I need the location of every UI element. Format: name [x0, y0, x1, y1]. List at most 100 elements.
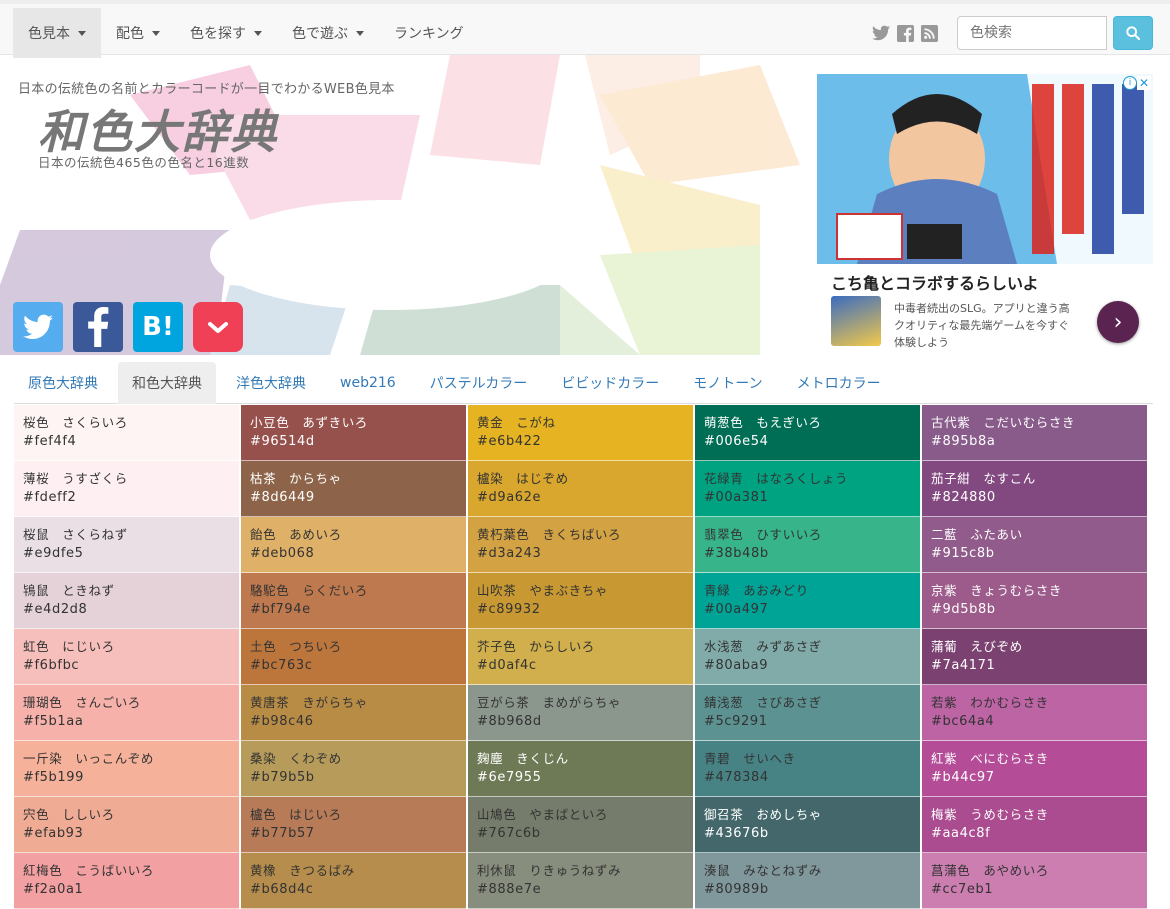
- color-swatch[interactable]: 錆浅葱 さびあさぎ #5c9291: [695, 685, 920, 741]
- color-swatch[interactable]: 山鳩色 やまばといろ #767c6b: [468, 797, 693, 853]
- rss-icon[interactable]: [920, 24, 938, 42]
- color-name: 豆がら茶 まめがらちゃ: [477, 695, 622, 710]
- color-swatch[interactable]: 紅梅色 こうばいいろ #f2a0a1: [14, 853, 239, 909]
- color-swatch[interactable]: 湊鼠 みなとねずみ #80989b: [695, 853, 920, 909]
- color-swatch[interactable]: 桜色 さくらいろ #fef4f4: [14, 405, 239, 461]
- caret-down-icon: [152, 30, 160, 36]
- color-name: 飴色 あめいろ: [250, 527, 342, 542]
- color-swatch[interactable]: 菖蒲色 あやめいろ #cc7eb1: [922, 853, 1147, 909]
- color-hex: #fef4f4: [23, 434, 77, 449]
- tab-0[interactable]: 原色大辞典: [14, 362, 112, 404]
- color-swatch[interactable]: 桑染 くわぞめ #b79b5b: [241, 741, 466, 797]
- ad-headline[interactable]: こち亀とコラボするらしいよ: [831, 270, 1039, 294]
- search-input[interactable]: [957, 16, 1107, 50]
- color-swatch[interactable]: 芥子色 からしいろ #d0af4c: [468, 629, 693, 685]
- facebook-icon[interactable]: [896, 24, 914, 42]
- color-swatch[interactable]: 飴色 あめいろ #deb068: [241, 517, 466, 573]
- color-swatch[interactable]: 翡翠色 ひすいいろ #38b48b: [695, 517, 920, 573]
- share-pocket-button[interactable]: [193, 302, 243, 352]
- color-swatch[interactable]: 若紫 わかむらさき #bc64a4: [922, 685, 1147, 741]
- tab-7[interactable]: メトロカラー: [783, 362, 895, 404]
- ad-info-icon[interactable]: i: [1123, 76, 1137, 90]
- color-swatch[interactable]: 梅紫 うめむらさき #aa4c8f: [922, 797, 1147, 853]
- ad-close-icon[interactable]: ✕: [1137, 76, 1151, 90]
- tab-3[interactable]: web216: [326, 362, 410, 404]
- social-links: [872, 24, 938, 42]
- color-swatch[interactable]: 水浅葱 みずあさぎ #80aba9: [695, 629, 920, 685]
- color-swatch[interactable]: 櫨色 はじいろ #b77b57: [241, 797, 466, 853]
- color-swatch[interactable]: 二藍 ふたあい #915c8b: [922, 517, 1147, 573]
- ad-banner-image[interactable]: i ✕: [817, 74, 1153, 264]
- color-swatch[interactable]: 宍色 ししいろ #efab93: [14, 797, 239, 853]
- color-name: 黄唐茶 きがらちゃ: [250, 695, 368, 710]
- color-swatch[interactable]: 利休鼠 りきゅうねずみ #888e7e: [468, 853, 693, 909]
- color-swatch[interactable]: 麹塵 きくじん #6e7955: [468, 741, 693, 797]
- color-hex: #c89932: [477, 602, 541, 617]
- color-swatch[interactable]: 黄金 こがね #e6b422: [468, 405, 693, 461]
- color-swatch[interactable]: 薄桜 うすざくら #fdeff2: [14, 461, 239, 517]
- color-swatch[interactable]: 一斤染 いっこんぞめ #f5b199: [14, 741, 239, 797]
- color-swatch[interactable]: 桜鼠 さくらねず #e9dfe5: [14, 517, 239, 573]
- color-hex: #deb068: [250, 546, 315, 561]
- color-swatch[interactable]: 茄子紺 なすこん #824880: [922, 461, 1147, 517]
- color-swatch[interactable]: 紅紫 べにむらさき #b44c97: [922, 741, 1147, 797]
- menu-item-1[interactable]: 配色: [101, 8, 175, 58]
- tab-4[interactable]: パステルカラー: [416, 362, 542, 404]
- color-name: 古代紫 こだいむらさき: [931, 415, 1076, 430]
- color-swatch[interactable]: 花緑青 はなろくしょう #00a381: [695, 461, 920, 517]
- color-swatch[interactable]: 櫨染 はじぞめ #d9a62e: [468, 461, 693, 517]
- color-hex: #d9a62e: [477, 490, 542, 505]
- color-swatch[interactable]: 小豆色 あずきいろ #96514d: [241, 405, 466, 461]
- menu-item-0[interactable]: 色見本: [13, 8, 101, 58]
- color-swatch[interactable]: 駱駝色 らくだいろ #bf794e: [241, 573, 466, 629]
- color-swatch[interactable]: 黄橡 きつるばみ #b68d4c: [241, 853, 466, 909]
- color-swatch[interactable]: 黄唐茶 きがらちゃ #b98c46: [241, 685, 466, 741]
- color-swatch[interactable]: 萌葱色 もえぎいろ #006e54: [695, 405, 920, 461]
- color-swatch[interactable]: 山吹茶 やまぶきちゃ #c89932: [468, 573, 693, 629]
- color-swatch[interactable]: 京紫 きょうむらさき #9d5b8b: [922, 573, 1147, 629]
- tab-6[interactable]: モノトーン: [679, 362, 776, 404]
- color-swatch[interactable]: 御召茶 おめしちゃ #43676b: [695, 797, 920, 853]
- color-swatch[interactable]: 青碧 せいへき #478384: [695, 741, 920, 797]
- share-twitter-button[interactable]: [13, 302, 63, 352]
- color-swatch[interactable]: 珊瑚色 さんごいろ #f5b1aa: [14, 685, 239, 741]
- tab-5[interactable]: ビビッドカラー: [547, 362, 673, 404]
- color-hex: #b98c46: [250, 714, 314, 729]
- color-swatch[interactable]: 蒲葡 えびぞめ #7a4171: [922, 629, 1147, 685]
- color-hex: #efab93: [23, 826, 84, 841]
- color-hex: #00a381: [704, 490, 769, 505]
- color-swatch[interactable]: 黄朽葉色 きくちばいろ #d3a243: [468, 517, 693, 573]
- color-swatch[interactable]: 古代紫 こだいむらさき #895b8a: [922, 405, 1147, 461]
- share-hatena-button[interactable]: B!: [133, 302, 183, 352]
- color-swatch[interactable]: 虹色 にじいろ #f6bfbc: [14, 629, 239, 685]
- color-hex: #f5b1aa: [23, 714, 84, 729]
- menu-item-label: 配色: [116, 26, 144, 42]
- ad-arrow-button[interactable]: ›: [1097, 301, 1139, 343]
- color-name: 桜色 さくらいろ: [23, 415, 128, 430]
- color-swatch[interactable]: 枯茶 からちゃ #8d6449: [241, 461, 466, 517]
- color-name: 櫨色 はじいろ: [250, 807, 342, 822]
- color-swatch[interactable]: 青緑 あおみどり #00a497: [695, 573, 920, 629]
- ad-thumbnail[interactable]: [831, 296, 881, 346]
- color-swatch[interactable]: 土色 つちいろ #bc763c: [241, 629, 466, 685]
- menu-item-4[interactable]: ランキング: [379, 8, 479, 58]
- color-swatch[interactable]: 豆がら茶 まめがらちゃ #8b968d: [468, 685, 693, 741]
- search-button[interactable]: [1113, 16, 1153, 50]
- color-swatch[interactable]: 鴇鼠 ときねず #e4d2d8: [14, 573, 239, 629]
- ad-description[interactable]: 中毒者続出のSLG。アプリと違う高クオリティな最先端ゲームを今すぐ体験しよう: [894, 300, 1079, 351]
- color-hex: #7a4171: [931, 658, 996, 673]
- twitter-icon[interactable]: [872, 24, 890, 42]
- advertisement[interactable]: i ✕ こち亀とコラボするらしいよ 中毒者続出のSLG。アプリと違う高クオリティ…: [817, 74, 1153, 357]
- site-subtitle: 日本の伝統色465色の色名と16進数: [38, 155, 250, 170]
- menu-item-3[interactable]: 色で遊ぶ: [277, 8, 379, 58]
- color-name: 萌葱色 もえぎいろ: [704, 415, 822, 430]
- color-hex: #b44c97: [931, 770, 995, 785]
- tab-1[interactable]: 和色大辞典: [118, 362, 216, 404]
- color-hex: #767c6b: [477, 826, 541, 841]
- tab-2[interactable]: 洋色大辞典: [222, 362, 320, 404]
- share-facebook-button[interactable]: [73, 302, 123, 352]
- pocket-icon: [208, 322, 228, 333]
- color-hex: #38b48b: [704, 546, 769, 561]
- color-hex: #9d5b8b: [931, 602, 996, 617]
- menu-item-2[interactable]: 色を探す: [175, 8, 277, 58]
